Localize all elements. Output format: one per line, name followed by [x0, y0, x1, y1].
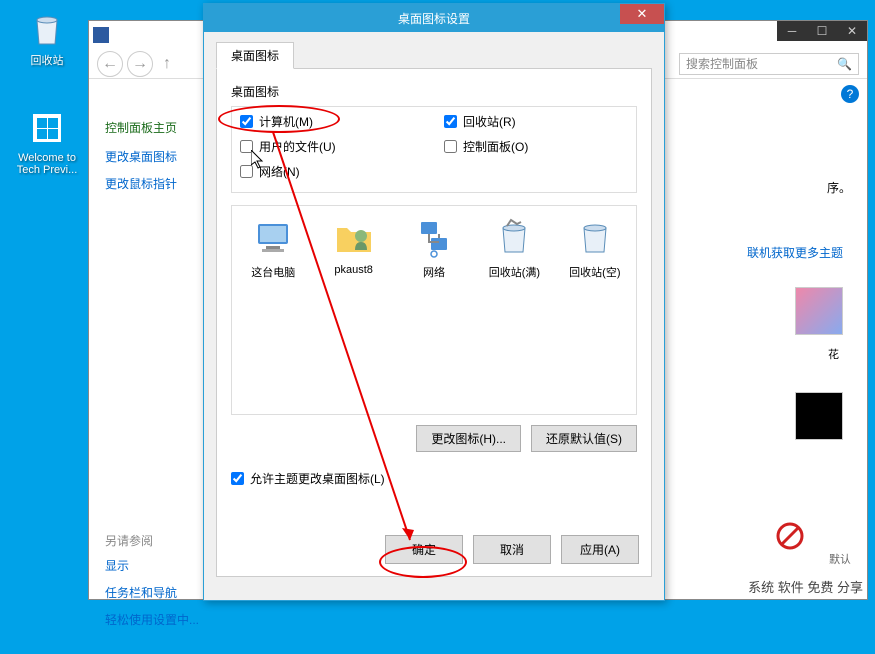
checkbox-control-panel[interactable]: 控制面板(O)	[444, 138, 628, 155]
sidebar-display[interactable]: 显示	[105, 557, 215, 574]
app-icon	[93, 27, 109, 43]
icon-label: pkaust8	[322, 264, 384, 276]
icon-this-pc[interactable]: 这台电脑	[242, 216, 304, 404]
icon-network[interactable]: 网络	[403, 216, 465, 404]
dialog-close-button[interactable]: ✕	[620, 4, 664, 24]
icon-recycle-full[interactable]: 回收站(满)	[483, 216, 545, 404]
icon-label: 回收站(满)	[483, 264, 545, 280]
up-button[interactable]: ↑	[163, 55, 171, 73]
icon-label: 回收站(空)	[564, 264, 626, 280]
checkbox-computer-input[interactable]	[240, 115, 253, 128]
sidebar-home[interactable]: 控制面板主页	[105, 119, 215, 136]
checkbox-network-input[interactable]	[240, 165, 253, 178]
watermark: LaneUyee.com 系统 软件 免费 分享	[744, 558, 867, 597]
sidebar-see-also: 另请参阅	[105, 532, 215, 549]
icon-user-folder[interactable]: pkaust8	[322, 216, 384, 404]
theme-thumb-flowers[interactable]	[795, 287, 843, 335]
checkbox-recycle-input[interactable]	[444, 115, 457, 128]
watermark-sub: 系统 软件 免费 分享	[744, 576, 867, 597]
theme-thumb-solid[interactable]	[795, 392, 843, 440]
checkbox-user-files-input[interactable]	[240, 140, 253, 153]
checkbox-network[interactable]: 网络(N)	[240, 163, 424, 180]
close-button[interactable]: ✕	[837, 21, 867, 41]
icon-preview-box: 这台电脑 pkaust8 网络 回收站(满) 回收站(空)	[231, 205, 637, 415]
recycle-empty-icon	[574, 216, 616, 258]
network-icon	[413, 216, 455, 258]
group-label: 桌面图标	[231, 83, 637, 100]
prohibit-icon	[775, 521, 805, 551]
checkbox-user-files[interactable]: 用户的文件(U)	[240, 138, 424, 155]
dialog-title: 桌面图标设置	[398, 10, 470, 27]
search-placeholder: 搜索控制面板	[686, 55, 758, 72]
ok-button[interactable]: 确定	[385, 535, 463, 564]
checkbox-control-panel-input[interactable]	[444, 140, 457, 153]
icon-label: 这台电脑	[242, 264, 304, 280]
apply-button[interactable]: 应用(A)	[561, 535, 639, 564]
desktop-recycle-bin[interactable]: 回收站	[12, 8, 82, 68]
cp-sidebar: 控制面板主页 更改桌面图标 更改鼠标指针 另请参阅 显示 任务栏和导航 轻松使用…	[105, 119, 215, 638]
checkbox-recycle[interactable]: 回收站(R)	[444, 113, 628, 130]
windows-flag-icon	[27, 108, 67, 148]
sidebar-ease[interactable]: 轻松使用设置中...	[105, 611, 215, 628]
search-icon: 🔍	[837, 57, 852, 71]
checkbox-computer[interactable]: 计算机(M)	[240, 113, 424, 130]
sidebar-change-pointer[interactable]: 更改鼠标指针	[105, 175, 215, 192]
minimize-button[interactable]: ─	[777, 21, 807, 41]
folder-user-icon	[333, 216, 375, 258]
cancel-button[interactable]: 取消	[473, 535, 551, 564]
back-button[interactable]: ←	[97, 51, 123, 77]
icon-label: 网络	[403, 264, 465, 280]
desktop-icon-label: Welcome to Tech Previ...	[12, 152, 82, 176]
tab-desktop-icons[interactable]: 桌面图标	[216, 42, 294, 69]
checkbox-allow-themes-input[interactable]	[231, 472, 244, 485]
search-input[interactable]: 搜索控制面板 🔍	[679, 53, 859, 75]
maximize-button[interactable]: ☐	[807, 21, 837, 41]
tab-header: 桌面图标	[216, 42, 652, 69]
checkbox-group: 计算机(M) 回收站(R) 用户的文件(U) 控制面板(O) 网络(N)	[231, 106, 637, 193]
watermark-logo: LaneUyee.com	[744, 558, 867, 574]
help-icon[interactable]: ?	[841, 85, 859, 103]
desktop-icon-settings-dialog: 桌面图标设置 ✕ 桌面图标 桌面图标 计算机(M) 回收站(R) 用户的文件(U…	[203, 3, 665, 601]
desktop-welcome[interactable]: Welcome to Tech Previ...	[12, 108, 82, 176]
sidebar-change-icons[interactable]: 更改桌面图标	[105, 148, 215, 165]
recycle-bin-icon	[27, 8, 67, 48]
restore-default-button[interactable]: 还原默认值(S)	[531, 425, 637, 452]
change-icon-button[interactable]: 更改图标(H)...	[416, 425, 521, 452]
desktop-icon-label: 回收站	[12, 52, 82, 68]
sidebar-taskbar[interactable]: 任务栏和导航	[105, 584, 215, 601]
recycle-full-icon	[493, 216, 535, 258]
forward-button[interactable]: →	[127, 51, 153, 77]
icon-recycle-empty[interactable]: 回收站(空)	[564, 216, 626, 404]
checkbox-allow-themes[interactable]: 允许主题更改桌面图标(L)	[231, 470, 637, 487]
computer-icon	[252, 216, 294, 258]
dialog-titlebar: 桌面图标设置 ✕	[204, 4, 664, 32]
